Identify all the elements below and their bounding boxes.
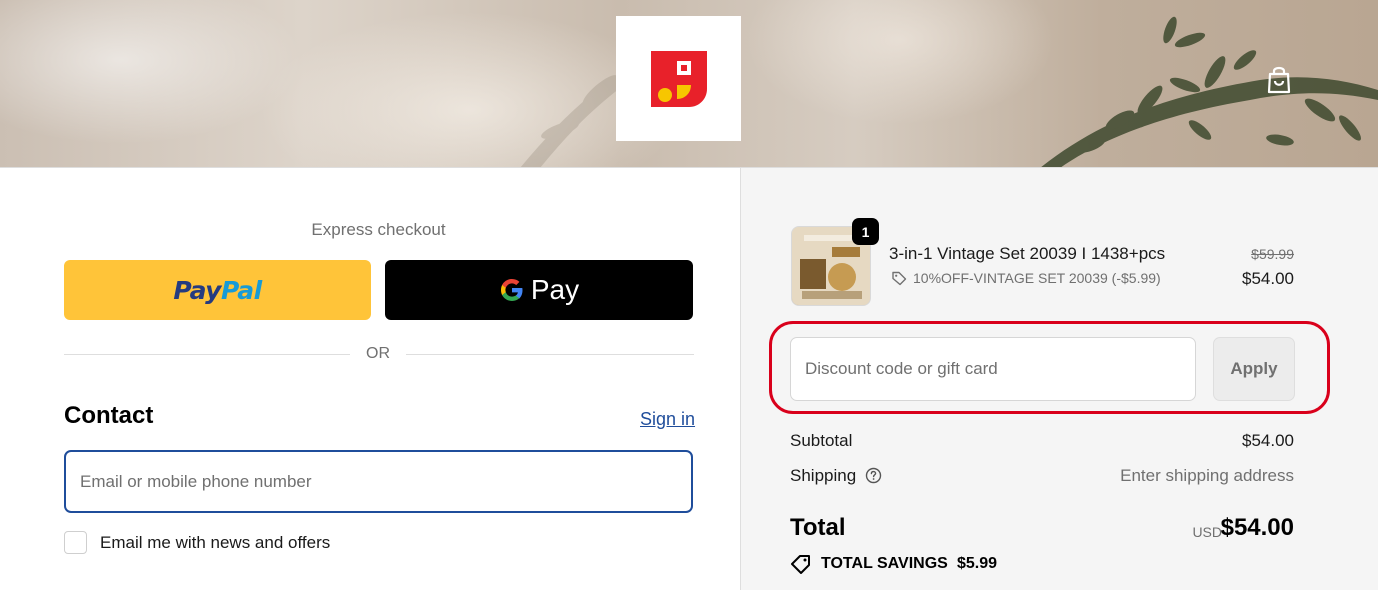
- or-divider: OR: [64, 344, 694, 364]
- paypal-logo-part2: Pal: [220, 275, 262, 305]
- currency-code: USD: [1192, 524, 1222, 540]
- divider-line-left: [64, 354, 350, 355]
- newsletter-label[interactable]: Email me with news and offers: [100, 533, 330, 553]
- apply-discount-button[interactable]: Apply: [1213, 337, 1295, 401]
- store-logo[interactable]: [616, 16, 741, 141]
- quantity-badge: 1: [852, 218, 879, 245]
- original-price: $59.99: [1251, 246, 1294, 262]
- store-logo-icon: [650, 50, 707, 107]
- savings-tag-icon: [791, 555, 810, 574]
- discounted-price: $54.00: [1242, 269, 1294, 288]
- subtotal-value: $54.00: [1242, 431, 1294, 450]
- email-field[interactable]: [64, 450, 693, 513]
- contact-heading: Contact: [64, 402, 154, 429]
- discount-code-input[interactable]: [790, 337, 1196, 401]
- subtotal-label: Subtotal: [790, 431, 853, 450]
- or-text: OR: [366, 345, 390, 362]
- google-pay-button[interactable]: Pay: [385, 260, 693, 320]
- google-g-icon: [500, 279, 523, 301]
- tag-icon: [892, 271, 907, 286]
- total-value: $54.00: [1220, 514, 1294, 541]
- total-label: Total: [790, 514, 846, 541]
- total-savings-label: TOTAL SAVINGS: [821, 555, 948, 572]
- shipping-label: Shipping: [790, 466, 857, 485]
- order-summary-panel: 1 3-in-1 Vintage Set 20039 I 1438+pcs 10…: [740, 168, 1378, 590]
- express-checkout-title: Express checkout: [311, 220, 446, 239]
- question-circle-icon[interactable]: [865, 467, 882, 484]
- sign-in-link[interactable]: Sign in: [640, 409, 695, 430]
- header-banner: [0, 0, 1378, 168]
- checkout-form-panel: Express checkout Pay Pal Pay OR Contact S…: [0, 168, 740, 590]
- paypal-button[interactable]: Pay Pal: [64, 260, 371, 320]
- divider-line-right: [406, 354, 694, 355]
- google-pay-label: Pay: [530, 274, 580, 305]
- total-savings-value: $5.99: [957, 555, 998, 572]
- shopping-bag-icon[interactable]: [1264, 64, 1294, 96]
- newsletter-checkbox[interactable]: [64, 531, 87, 554]
- product-name: 3-in-1 Vintage Set 20039 I 1438+pcs: [889, 244, 1166, 263]
- product-discount: 10%OFF-VINTAGE SET 20039 (-$5.99): [913, 270, 1161, 286]
- shipping-value: Enter shipping address: [1120, 466, 1294, 485]
- paypal-logo-part1: Pay: [173, 275, 221, 305]
